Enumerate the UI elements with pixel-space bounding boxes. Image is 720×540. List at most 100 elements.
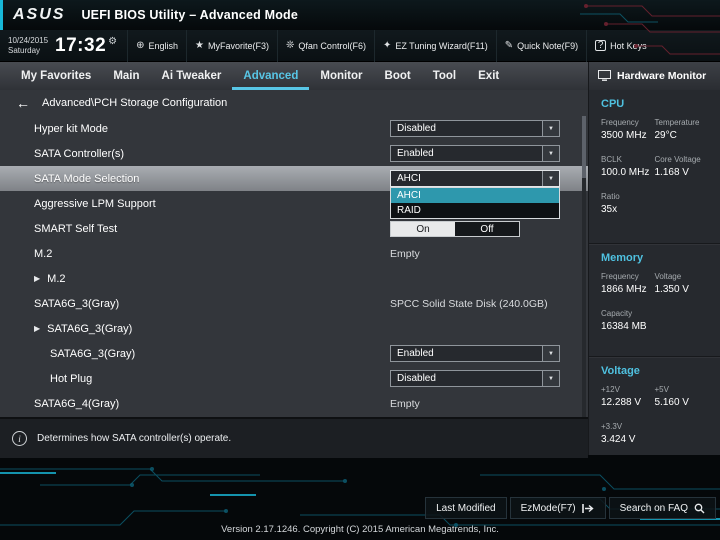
memory-voltage-value: 1.350 V	[655, 284, 709, 295]
tab-my-favorites[interactable]: My Favorites	[10, 62, 102, 90]
note-icon: ✎	[505, 40, 513, 51]
quick-note-label: Quick Note(F9)	[517, 41, 578, 51]
scrollbar[interactable]	[582, 116, 586, 417]
day-text: Saturday	[8, 46, 48, 56]
sata6g3-enable-select[interactable]: Enabled ▼	[390, 345, 560, 362]
core-voltage-value: 1.168 V	[655, 167, 709, 178]
ez-tuning-wizard-button[interactable]: ✦ EZ Tuning Wizard(F11)	[374, 30, 496, 62]
select-value: Disabled	[391, 371, 542, 386]
v33-label: +3.3V	[601, 422, 655, 431]
tab-boot[interactable]: Boot	[374, 62, 422, 90]
v5-value: 5.160 V	[655, 397, 709, 408]
sata-controllers-select[interactable]: Enabled ▼	[390, 145, 560, 162]
quick-note-button[interactable]: ✎ Quick Note(F9)	[496, 30, 586, 62]
breadcrumb-text: Advanced\PCH Storage Configuration	[42, 97, 227, 109]
cpu-frequency-value: 3500 MHz	[601, 130, 655, 141]
chevron-down-icon: ▼	[542, 346, 559, 361]
breadcrumb: ← Advanced\PCH Storage Configuration	[0, 90, 588, 116]
bclk-label: BCLK	[601, 155, 655, 164]
v12-value: 12.288 V	[601, 397, 655, 408]
hyper-kit-mode-select[interactable]: Disabled ▼	[390, 120, 560, 137]
setting-label: SATA Mode Selection	[0, 173, 139, 185]
hot-keys-button[interactable]: ? Hot Keys	[586, 30, 655, 62]
sata6g3-device-value: SPCC Solid State Disk (240.0GB)	[390, 298, 548, 310]
select-value: AHCI	[391, 171, 542, 186]
page-title: UEFI BIOS Utility – Advanced Mode	[81, 8, 298, 22]
memory-frequency-value: 1866 MHz	[601, 284, 655, 295]
select-value: Disabled	[391, 121, 542, 136]
search-faq-button[interactable]: Search on FAQ	[609, 497, 716, 519]
select-value: Enabled	[391, 346, 542, 361]
tab-tool[interactable]: Tool	[422, 62, 467, 90]
hardware-monitor-panel: CPU Frequency3500 MHz Temperature29°C BC…	[588, 90, 720, 455]
question-icon: ?	[595, 40, 606, 51]
toggle-option-on[interactable]: On	[391, 222, 455, 236]
tab-monitor[interactable]: Monitor	[309, 62, 373, 90]
setting-row-hot-plug[interactable]: Hot Plug Disabled ▼	[0, 366, 588, 391]
bios-screen: ASUS UEFI BIOS Utility – Advanced Mode 1…	[0, 0, 720, 540]
my-favorite-button[interactable]: ★ MyFavorite(F3)	[186, 30, 277, 62]
asus-logo: ASUS	[3, 6, 81, 24]
setting-row-sata6g3-enable[interactable]: SATA6G_3(Gray) Enabled ▼	[0, 341, 588, 366]
scrollbar-thumb[interactable]	[582, 116, 586, 178]
globe-icon: ⊕	[136, 40, 144, 51]
language-button[interactable]: ⊕ English	[127, 30, 186, 62]
ez-mode-button[interactable]: EzMode(F7)	[510, 497, 606, 519]
tab-exit[interactable]: Exit	[467, 62, 510, 90]
version-text: Version 2.17.1246. Copyright (C) 2015 Am…	[0, 524, 720, 535]
setting-label: SATA6G_4(Gray)	[0, 398, 119, 410]
memory-section: Memory Frequency1866 MHz Voltage1.350 V …	[589, 243, 720, 356]
info-row-m2: M.2 Empty	[0, 241, 588, 266]
exit-arrow-icon	[582, 503, 595, 514]
last-modified-button[interactable]: Last Modified	[425, 497, 506, 519]
capacity-value: 16384 MB	[601, 321, 655, 332]
language-label: English	[149, 41, 179, 51]
search-faq-label: Search on FAQ	[620, 503, 688, 514]
setting-row-sata-controllers[interactable]: SATA Controller(s) Enabled ▼	[0, 141, 588, 166]
v33-value: 3.424 V	[601, 434, 655, 445]
wand-icon: ✦	[383, 40, 391, 51]
chevron-down-icon: ▼	[542, 121, 559, 136]
setting-label: SMART Self Test	[0, 223, 117, 235]
group-row-m2[interactable]: ▶ M.2	[0, 266, 588, 291]
info-row-sata6g4: SATA6G_4(Gray) Empty	[0, 391, 588, 416]
v5-label: +5V	[655, 385, 709, 394]
memory-voltage-label: Voltage	[655, 272, 709, 281]
dropdown-option-raid[interactable]: RAID	[391, 203, 559, 218]
setting-label: SATA6G_3(Gray)	[0, 348, 135, 360]
toggle-option-off[interactable]: Off	[455, 222, 519, 236]
title-bar: ASUS UEFI BIOS Utility – Advanced Mode	[0, 0, 720, 30]
group-row-sata6g3[interactable]: ▶ SATA6G_3(Gray)	[0, 316, 588, 341]
capacity-label: Capacity	[601, 309, 655, 318]
time-text: 17:32	[55, 35, 106, 57]
tab-main[interactable]: Main	[102, 62, 150, 90]
group-label: SATA6G_3(Gray)	[40, 323, 132, 335]
setting-row-smart-self-test[interactable]: SMART Self Test On Off	[0, 216, 588, 241]
memory-section-title: Memory	[601, 252, 708, 264]
hot-plug-select[interactable]: Disabled ▼	[390, 370, 560, 387]
sata-mode-dropdown-list: AHCI RAID	[390, 187, 560, 219]
dropdown-option-ahci[interactable]: AHCI	[391, 188, 559, 203]
quick-access-bar: 10/24/2015 Saturday 17:32 ⚙ ⊕ English ★ …	[0, 30, 720, 62]
quick-buttons: ⊕ English ★ MyFavorite(F3) ❊ Qfan Contro…	[127, 30, 655, 62]
select-value: Enabled	[391, 146, 542, 161]
chevron-down-icon: ▼	[542, 171, 559, 186]
bclk-value: 100.0 MHz	[601, 167, 655, 178]
pch-storage-configuration-panel: ← Advanced\PCH Storage Configuration Hyp…	[0, 90, 588, 417]
setting-row-hyper-kit-mode[interactable]: Hyper kit Mode Disabled ▼	[0, 116, 588, 141]
help-bar: i Determines how SATA controller(s) oper…	[0, 417, 588, 458]
tab-advanced[interactable]: Advanced	[232, 62, 309, 90]
star-icon: ★	[195, 40, 204, 51]
sata6g4-status-value: Empty	[390, 398, 420, 410]
hardware-monitor-title: Hardware Monitor	[617, 70, 706, 82]
help-text: Determines how SATA controller(s) operat…	[37, 433, 231, 444]
voltage-section: Voltage +12V12.288 V +5V5.160 V +3.3V3.4…	[589, 356, 720, 455]
back-arrow-icon[interactable]: ←	[16, 95, 30, 111]
sata-mode-select[interactable]: AHCI ▼	[390, 170, 560, 187]
last-modified-label: Last Modified	[436, 503, 495, 514]
setting-label: Aggressive LPM Support	[0, 198, 156, 210]
clock-settings-gear-icon[interactable]: ⚙	[108, 36, 117, 47]
tab-ai-tweaker[interactable]: Ai Tweaker	[151, 62, 233, 90]
cpu-section: CPU Frequency3500 MHz Temperature29°C BC…	[589, 90, 720, 243]
qfan-control-button[interactable]: ❊ Qfan Control(F6)	[277, 30, 374, 62]
